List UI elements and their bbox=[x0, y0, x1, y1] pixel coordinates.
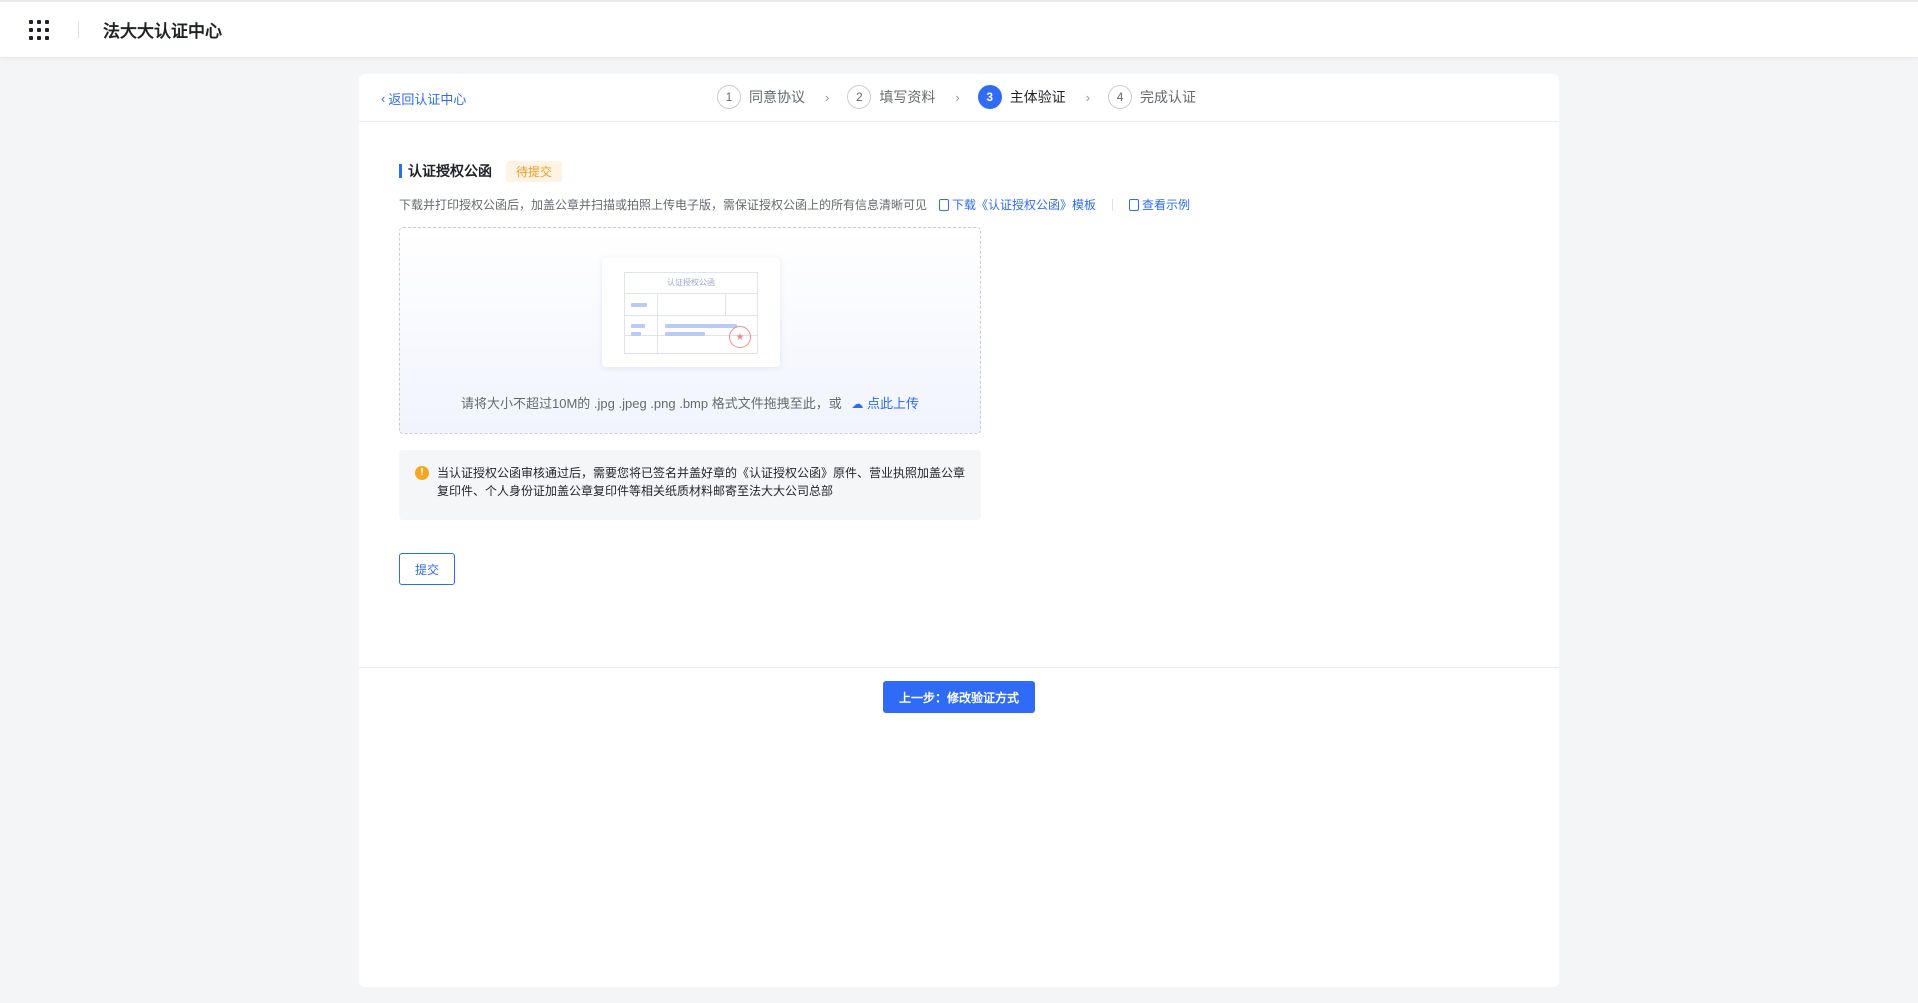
click-to-upload-link[interactable]: ☁ 点此上传 bbox=[851, 396, 919, 411]
example-document-icon bbox=[1129, 198, 1140, 211]
sheet-bar bbox=[631, 332, 641, 336]
step-number: 4 bbox=[1108, 85, 1133, 109]
sheet-line bbox=[625, 315, 757, 316]
section-title-row: 认证授权公函 待提交 bbox=[399, 160, 1519, 182]
sheet-bar bbox=[631, 324, 645, 328]
step-indicator: 1 同意协议 › 2 填写资料 › 3 主体验证 › 4 完成认证 bbox=[717, 85, 1196, 109]
main-card: ‹ 返回认证中心 1 同意协议 › 2 填写资料 › 3 主体验证 › 4 完成… bbox=[359, 74, 1559, 987]
status-badge: 待提交 bbox=[506, 160, 563, 182]
letter-preview-image: 认证授权公函 ★ bbox=[602, 258, 780, 367]
warning-icon: ! bbox=[415, 466, 429, 480]
chevron-right-icon: › bbox=[1085, 89, 1091, 105]
authorization-letter-section: 认证授权公函 待提交 下载并打印授权公函后，加盖公章并扫描或拍照上传电子版，需保… bbox=[399, 160, 1519, 585]
step-number: 1 bbox=[717, 85, 741, 109]
view-example-link[interactable]: 查看示例 bbox=[1129, 196, 1190, 213]
section-title: 认证授权公函 bbox=[408, 163, 492, 179]
step-number: 2 bbox=[847, 85, 872, 109]
click-to-upload-label: 点此上传 bbox=[866, 396, 919, 411]
document-icon bbox=[939, 198, 950, 211]
sheet-line bbox=[725, 293, 726, 315]
download-template-link[interactable]: 下载《认证授权公函》模板 bbox=[939, 196, 1096, 213]
chevron-right-icon: › bbox=[825, 89, 830, 105]
chevron-left-icon: ‹ bbox=[381, 91, 386, 106]
sheet-line bbox=[657, 293, 658, 355]
preview-title: 认证授权公函 bbox=[667, 278, 715, 287]
file-dropzone[interactable]: 认证授权公函 ★ 请将大小不超过10M的 .jpg .jpeg .png .bm… bbox=[399, 227, 981, 434]
step-label: 同意协议 bbox=[749, 89, 805, 105]
step-2: 2 填写资料 bbox=[847, 85, 935, 109]
sheet-bar bbox=[631, 303, 647, 307]
submit-button[interactable]: 提交 bbox=[399, 553, 455, 585]
grid-icon[interactable] bbox=[29, 19, 49, 40]
cloud-upload-icon: ☁ bbox=[851, 397, 864, 411]
step-label: 完成认证 bbox=[1140, 89, 1197, 105]
section-description-row: 下载并打印授权公函后，加盖公章并扫描或拍照上传电子版，需保证授权公函上的所有信息… bbox=[399, 196, 1519, 213]
back-link-label: 返回认证中心 bbox=[388, 92, 467, 107]
step-label: 主体验证 bbox=[1009, 89, 1066, 105]
sheet-line bbox=[625, 293, 757, 294]
top-bar: 法大大认证中心 bbox=[0, 0, 1918, 57]
download-template-label: 下载《认证授权公函》模板 bbox=[952, 198, 1097, 212]
header-divider bbox=[78, 21, 79, 38]
section-description: 下载并打印授权公函后，加盖公章并扫描或拍照上传电子版，需保证授权公函上的所有信息… bbox=[399, 198, 928, 212]
seal-stamp-icon: ★ bbox=[729, 326, 751, 348]
sheet-bar bbox=[665, 332, 705, 336]
step-3: 3 主体验证 bbox=[977, 85, 1066, 109]
sheet-bar bbox=[665, 324, 737, 328]
step-1: 1 同意协议 bbox=[717, 85, 805, 109]
upload-hint: 请将大小不超过10M的 .jpg .jpeg .png .bmp 格式文件拖拽至… bbox=[461, 396, 842, 411]
app-title: 法大大认证中心 bbox=[103, 22, 222, 41]
previous-step-button[interactable]: 上一步：修改验证方式 bbox=[883, 681, 1035, 713]
link-divider bbox=[1112, 198, 1114, 211]
step-number: 3 bbox=[977, 85, 1002, 109]
section-accent-bar bbox=[399, 164, 402, 178]
card-header: ‹ 返回认证中心 1 同意协议 › 2 填写资料 › 3 主体验证 › 4 完成… bbox=[359, 74, 1559, 122]
mailing-notice: ! 当认证授权公函审核通过后，需要您将已签名并盖好章的《认证授权公函》原件、营业… bbox=[399, 450, 981, 520]
notice-text: 当认证授权公函审核通过后，需要您将已签名并盖好章的《认证授权公函》原件、营业执照… bbox=[437, 466, 966, 498]
chevron-right-icon: › bbox=[955, 89, 960, 105]
step-label: 填写资料 bbox=[879, 89, 936, 105]
back-to-center-link[interactable]: ‹ 返回认证中心 bbox=[381, 89, 466, 108]
upload-hint-row: 请将大小不超过10M的 .jpg .jpeg .png .bmp 格式文件拖拽至… bbox=[400, 393, 980, 412]
footer-divider bbox=[359, 667, 1559, 668]
view-example-label: 查看示例 bbox=[1142, 198, 1191, 212]
step-4: 4 完成认证 bbox=[1108, 85, 1196, 109]
